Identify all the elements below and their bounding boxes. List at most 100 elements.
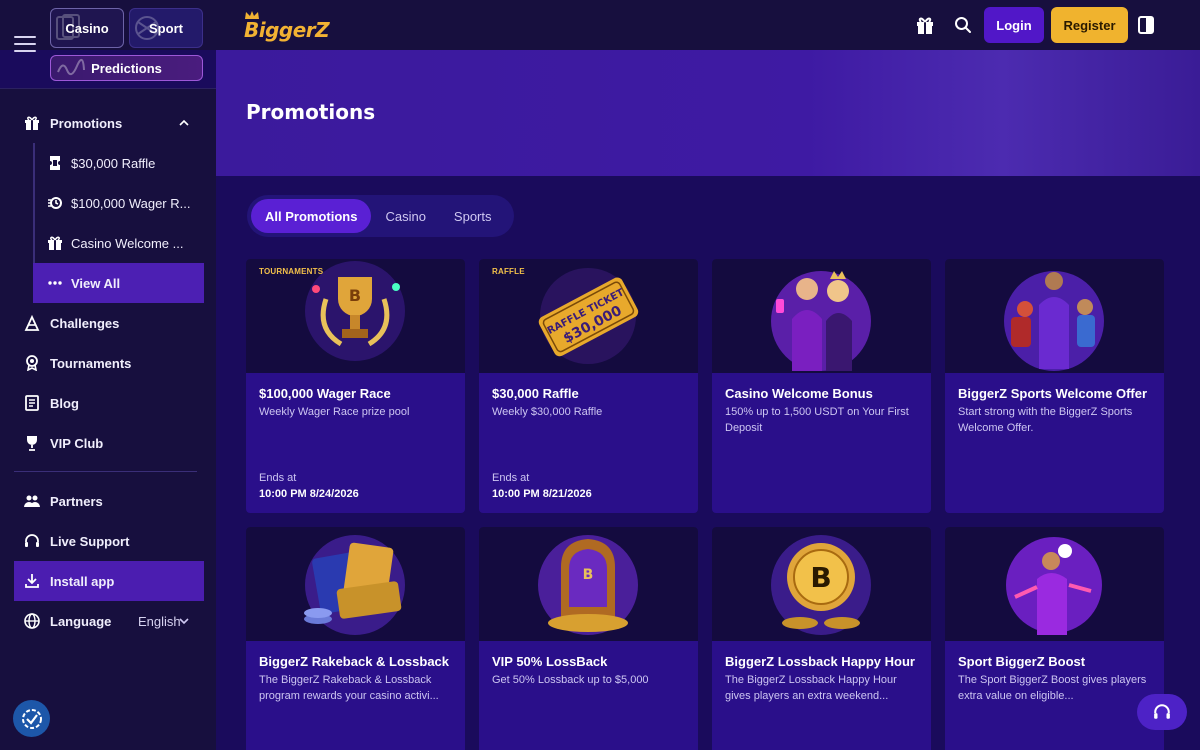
promo-image (945, 527, 1164, 641)
sidebar-item-label: Challenges (50, 315, 120, 331)
sidebar-item-label: Live Support (50, 533, 130, 549)
sidebar-divider (0, 88, 216, 89)
sidebar-item-label: Casino Welcome ... (71, 235, 184, 251)
promo-image (945, 259, 1164, 373)
promotion-tabs: All Promotions Casino Sports (247, 195, 514, 237)
gift-icon (48, 236, 62, 250)
language-selector[interactable]: Language English (14, 601, 204, 641)
biggerz-logo[interactable]: BiggerZ (244, 10, 330, 42)
promo-title: Casino Welcome Bonus (725, 386, 873, 401)
athletes-art (1004, 271, 1104, 371)
panel-toggle-icon[interactable] (1138, 16, 1154, 34)
language-label: Language (50, 613, 112, 629)
download-icon (25, 574, 39, 588)
promo-title: VIP 50% LossBack (492, 654, 608, 669)
sidebar-item-challenges[interactable]: Challenges (14, 303, 204, 343)
promo-description: The BiggerZ Lossback Happy Hour gives pl… (725, 674, 897, 702)
sidebar-item-raffle[interactable]: $30,000 Raffle (33, 143, 204, 183)
main-content: Promotions All Promotions Casino Sports … (216, 50, 1200, 750)
sidebar-item-label: VIP Club (50, 435, 104, 451)
dots-icon (48, 281, 62, 285)
promo-image (712, 259, 931, 373)
partners-icon (24, 495, 40, 507)
sidebar-item-wager-race[interactable]: $100,000 Wager R... (33, 183, 204, 223)
promo-image: RAFFLE TICKET $30,000 (479, 259, 698, 373)
sidebar-item-install-app[interactable]: Install app (14, 561, 204, 601)
promo-title: BiggerZ Sports Welcome Offer (958, 386, 1148, 401)
throne-art: B (538, 535, 638, 635)
sidebar-item-casino-welcome[interactable]: Casino Welcome ... (33, 223, 204, 263)
gift-icon[interactable] (915, 15, 935, 35)
predictions-label: Predictions (91, 60, 162, 76)
promo-card-sport-boost[interactable]: Sport BiggerZ Boost The Sport BiggerZ Bo… (945, 527, 1164, 750)
login-button[interactable]: Login (984, 7, 1044, 43)
predictions-button[interactable]: Predictions (50, 55, 203, 81)
logo-text: BiggerZ (244, 18, 330, 42)
svg-text:B: B (349, 286, 361, 305)
promo-card-casino-welcome[interactable]: Casino Welcome Bonus 150% up to 1,500 US… (712, 259, 931, 513)
promo-title: Sport BiggerZ Boost (958, 654, 1086, 669)
promo-card-vip-lossback[interactable]: B VIP 50% LossBack Get 50% Lossback up t… (479, 527, 698, 750)
tournaments-icon (26, 355, 38, 371)
tab-casino[interactable]: Casino (371, 199, 439, 233)
blog-icon (25, 395, 39, 411)
register-button[interactable]: Register (1051, 7, 1128, 43)
promo-description: The Sport BiggerZ Boost gives players ex… (958, 674, 1147, 702)
live-support-button[interactable] (1137, 694, 1187, 730)
promo-image (246, 527, 465, 641)
chevron-down-icon (179, 618, 189, 625)
sidebar-item-label: Promotions (50, 115, 123, 131)
promo-description: The BiggerZ Rakeback & Lossback program … (259, 674, 439, 702)
sport-mode-label: Sport (149, 20, 183, 36)
promotions-hero: Promotions (216, 50, 1200, 176)
sport-mode-button[interactable]: Sport (129, 8, 203, 48)
casino-mode-button[interactable]: Casino (50, 8, 124, 48)
sidebar-item-vip-club[interactable]: VIP Club (14, 423, 204, 463)
sidebar-item-live-support[interactable]: Live Support (14, 521, 204, 561)
promo-description: Start strong with the BiggerZ Sports Wel… (958, 406, 1133, 434)
svg-text:B: B (583, 567, 594, 583)
promo-description: Weekly $30,000 Raffle (492, 406, 603, 418)
vip-icon (27, 436, 37, 451)
sidebar-item-label: View All (71, 275, 121, 291)
casino-mode-label: Casino (65, 20, 109, 36)
search-icon[interactable] (954, 16, 972, 34)
tab-sports[interactable]: Sports (440, 199, 506, 233)
sidebar-item-promotions[interactable]: Promotions (14, 103, 204, 143)
raffle-icon (50, 156, 60, 170)
sidebar-item-partners[interactable]: Partners (14, 481, 204, 521)
promo-title: BiggerZ Lossback Happy Hour (725, 654, 915, 669)
sidebar-item-label: Tournaments (50, 355, 132, 371)
sidebar-item-blog[interactable]: Blog (14, 383, 204, 423)
tab-all-promotions[interactable]: All Promotions (251, 199, 372, 233)
promo-badge: RAFFLE (492, 267, 525, 276)
promo-card-raffle[interactable]: RAFFLE TICKET $30,000 RAFFLE $30,000 Raf… (479, 259, 698, 513)
globe-icon (24, 613, 40, 629)
footballer-art (1006, 537, 1102, 635)
promo-card-wager-race[interactable]: B TOURNAMENTS $100,000 Wager Race Weekly… (246, 259, 465, 513)
sidebar-separator (14, 471, 197, 472)
promo-ends-label: Ends at (259, 472, 297, 484)
promo-title: BiggerZ Rakeback & Lossback (259, 654, 450, 669)
sidebar-item-label: Blog (50, 395, 79, 411)
promo-card-happy-hour[interactable]: B BiggerZ Lossback Happy Hour The Bigger… (712, 527, 931, 750)
raffle-ticket-icon: RAFFLE TICKET $30,000 (538, 268, 639, 364)
promo-description: Get 50% Lossback up to $5,000 (492, 674, 649, 686)
challenges-icon (24, 315, 40, 331)
trophy-icon: B (305, 261, 405, 361)
headset-icon (1154, 704, 1170, 719)
menu-icon[interactable] (14, 36, 36, 52)
promo-card-rakeback[interactable]: BiggerZ Rakeback & Lossback The BiggerZ … (246, 527, 465, 750)
sidebar-item-label: $30,000 Raffle (71, 155, 156, 171)
sidebar: Promotions $30,000 Raffle $100,000 Wager… (0, 88, 216, 750)
sidebar-item-tournaments[interactable]: Tournaments (14, 343, 204, 383)
promo-description: 150% up to 1,500 USDT on Your First Depo… (725, 406, 909, 434)
language-value: English (138, 613, 181, 629)
cookie-consent-button[interactable] (13, 700, 50, 737)
promo-badge: TOURNAMENTS (259, 267, 324, 276)
promo-card-sports-welcome[interactable]: BiggerZ Sports Welcome Offer Start stron… (945, 259, 1164, 513)
promo-ends-date: 10:00 PM 8/21/2026 (492, 488, 592, 500)
sidebar-item-view-all[interactable]: View All (33, 263, 204, 303)
race-icon (48, 197, 62, 209)
headset-icon (25, 534, 39, 547)
